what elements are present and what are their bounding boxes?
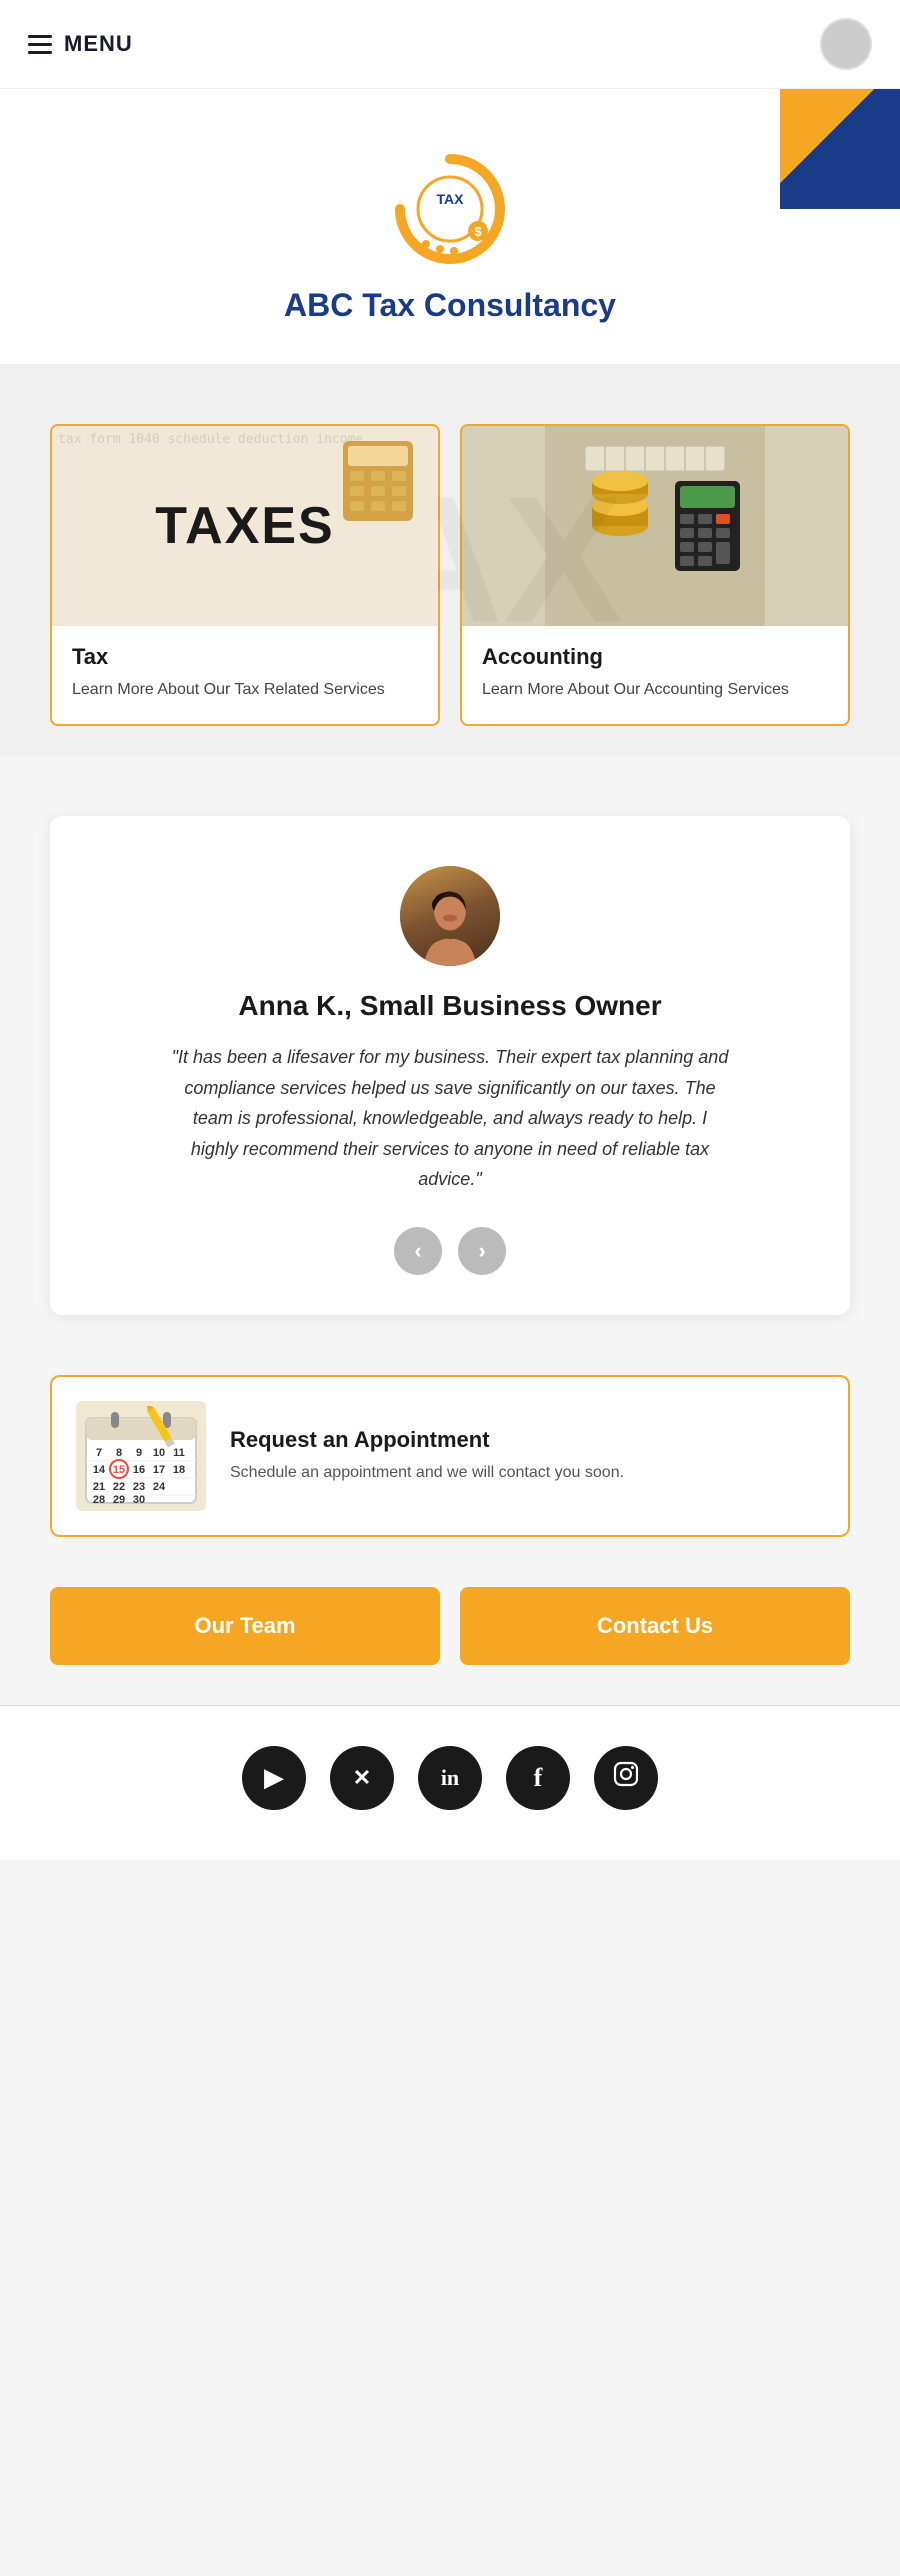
testimonial-card: Anna K., Small Business Owner "It has be…: [50, 816, 850, 1315]
header: MENU: [0, 0, 900, 89]
svg-text:8: 8: [116, 1447, 122, 1459]
testimonial-prev-button[interactable]: ‹: [394, 1227, 442, 1275]
svg-text:15: 15: [113, 1464, 125, 1476]
next-icon: ›: [478, 1238, 485, 1264]
hamburger-icon: [28, 35, 52, 54]
linkedin-icon: in: [441, 1765, 459, 1791]
instagram-icon-button[interactable]: [594, 1746, 658, 1810]
accounting-card-title: Accounting: [482, 644, 828, 670]
instagram-icon: [612, 1760, 640, 1795]
appointment-image: 7 8 9 10 11 14 15 16 17 18 21 22 23 24: [76, 1401, 206, 1511]
facebook-icon-button[interactable]: f: [506, 1746, 570, 1810]
svg-text:23: 23: [133, 1481, 145, 1493]
svg-text:7: 7: [96, 1447, 102, 1459]
testimonial-quote: "It has been a lifesaver for my business…: [170, 1042, 730, 1195]
tax-service-card[interactable]: tax form 1040 schedule deduction income: [50, 424, 440, 726]
accounting-service-card[interactable]: Accounting Learn More About Our Accounti…: [460, 424, 850, 726]
cta-buttons-container: Our Team Contact Us: [20, 1567, 880, 1685]
hero-section: TAX $ ABC Tax Consultancy: [0, 89, 900, 364]
svg-text:$: $: [474, 224, 482, 239]
tax-card-body: Tax Learn More About Our Tax Related Ser…: [52, 626, 438, 724]
appointment-section: 7 8 9 10 11 14 15 16 17 18 21 22 23 24: [20, 1375, 880, 1537]
svg-text:21: 21: [93, 1481, 105, 1493]
svg-text:TAX: TAX: [437, 191, 465, 207]
services-grid: tax form 1040 schedule deduction income: [20, 424, 880, 726]
svg-text:9: 9: [136, 1447, 142, 1459]
testimonial-name: Anna K., Small Business Owner: [90, 990, 810, 1022]
accounting-card-desc: Learn More About Our Accounting Services: [482, 678, 828, 702]
tax-card-title: Tax: [72, 644, 418, 670]
accounting-visual-svg: [545, 426, 765, 626]
facebook-icon: f: [534, 1763, 543, 1793]
svg-text:17: 17: [153, 1464, 165, 1476]
menu-label: MENU: [64, 31, 133, 57]
tax-card-desc: Learn More About Our Tax Related Service…: [72, 678, 418, 702]
svg-text:28: 28: [93, 1494, 105, 1506]
appointment-content: Request an Appointment Schedule an appoi…: [230, 1427, 824, 1485]
testimonial-next-button[interactable]: ›: [458, 1227, 506, 1275]
footer: ▶ ✕ in f: [0, 1705, 900, 1860]
accounting-card-body: Accounting Learn More About Our Accounti…: [462, 626, 848, 724]
services-section: TAX tax form 1040 schedule deduction inc…: [0, 364, 900, 756]
taxes-text-visual: TAXES: [155, 496, 335, 556]
svg-text:30: 30: [133, 1494, 145, 1506]
contact-us-button[interactable]: Contact Us: [460, 1587, 850, 1665]
youtube-icon: ▶: [264, 1762, 284, 1793]
brand-title: ABC Tax Consultancy: [284, 287, 616, 324]
menu-button[interactable]: MENU: [28, 31, 133, 57]
prev-icon: ‹: [414, 1238, 421, 1264]
testimonial-section: Anna K., Small Business Owner "It has be…: [20, 786, 880, 1345]
avatar-image: [400, 866, 500, 966]
svg-text:14: 14: [93, 1464, 106, 1476]
social-icons-container: ▶ ✕ in f: [30, 1746, 870, 1810]
svg-text:11: 11: [173, 1447, 185, 1459]
avatar[interactable]: [820, 18, 872, 70]
accounting-card-image: [462, 426, 848, 626]
tax-card-image: tax form 1040 schedule deduction income: [52, 426, 438, 626]
appointment-title: Request an Appointment: [230, 1427, 824, 1453]
appointment-card[interactable]: 7 8 9 10 11 14 15 16 17 18 21 22 23 24: [50, 1375, 850, 1537]
logo-container: TAX $ ABC Tax Consultancy: [30, 149, 870, 324]
corner-decoration: [780, 89, 900, 209]
svg-text:16: 16: [133, 1464, 145, 1476]
youtube-icon-button[interactable]: ▶: [242, 1746, 306, 1810]
svg-text:24: 24: [153, 1481, 166, 1493]
logo-svg: TAX $: [390, 149, 510, 269]
svg-text:22: 22: [113, 1481, 125, 1493]
svg-text:29: 29: [113, 1494, 125, 1506]
appointment-desc: Schedule an appointment and we will cont…: [230, 1461, 824, 1485]
svg-text:10: 10: [153, 1447, 165, 1459]
twitter-x-icon-button[interactable]: ✕: [330, 1746, 394, 1810]
svg-text:18: 18: [173, 1464, 185, 1476]
our-team-button[interactable]: Our Team: [50, 1587, 440, 1665]
linkedin-icon-button[interactable]: in: [418, 1746, 482, 1810]
testimonial-controls: ‹ ›: [90, 1227, 810, 1275]
testimonial-avatar: [400, 866, 500, 966]
twitter-x-icon: ✕: [353, 1765, 371, 1791]
